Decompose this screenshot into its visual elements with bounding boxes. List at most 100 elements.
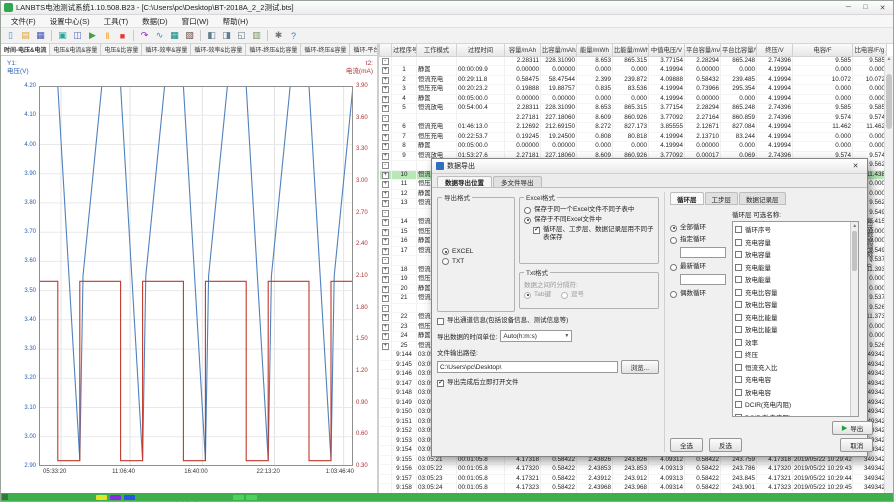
field-option-0[interactable]: 循环序号 [735,223,848,236]
layer-tab-0[interactable]: 循环层 [670,192,704,205]
row-expander[interactable]: - [382,115,389,122]
chart-tab-0[interactable]: 时间-电压&电流 [1,44,50,55]
open-file-icon[interactable]: ▤ [19,29,32,42]
minimize-button[interactable]: ─ [840,2,857,14]
table-row[interactable]: +2恒流充电00:29:11.80.5847558.475442.399239.… [380,75,887,85]
field-option-10[interactable]: 终压 [735,348,848,361]
menu-item-1[interactable]: 设置中心(S) [43,15,97,27]
field-checkbox[interactable] [735,351,742,358]
row-expander[interactable]: + [382,276,389,283]
column-header-6[interactable]: 比能量/mWh/g [613,44,649,56]
field-list-scrollbar[interactable]: ▲ [850,222,858,416]
row-expander[interactable]: + [382,324,389,331]
menu-item-5[interactable]: 帮助(H) [216,15,255,27]
pause-test-icon[interactable]: ‖ [101,29,114,42]
column-header-0[interactable]: 过程序号 [392,44,417,56]
row-expander[interactable]: + [382,229,389,236]
chart-view-icon[interactable]: ∿ [153,29,166,42]
table-row[interactable]: +8静置00:05:00.00.000000.000000.0000.0004.… [380,142,887,152]
field-option-8[interactable]: 放电比能量 [735,323,848,336]
data-table-icon[interactable]: ▦ [168,29,181,42]
table-row[interactable]: +6恒流充电01:46:13.02.12692212.691508.272827… [380,123,887,133]
layout-single-icon[interactable]: ◧ [205,29,218,42]
dialog-tab-0[interactable]: 数据导出位置 [437,176,492,187]
chart-tab-4[interactable]: 循环-效率&比容量 [191,44,246,55]
field-checkbox[interactable] [735,264,742,271]
menu-item-2[interactable]: 工具(T) [97,15,136,27]
column-header-9[interactable]: 平台比容量/W [721,44,757,56]
stop-test-icon[interactable]: ■ [116,29,129,42]
row-expander[interactable]: + [382,96,389,103]
layout-split-icon[interactable]: ◨ [220,29,233,42]
row-expander[interactable]: + [382,67,389,74]
field-option-13[interactable]: 放电电容 [735,386,848,399]
format-radio-1[interactable]: TXT [442,258,510,266]
channel-status-block[interactable] [124,495,135,500]
channel-status-block[interactable] [96,495,107,500]
field-option-2[interactable]: 放电容量 [735,248,848,261]
row-expander[interactable]: + [382,286,389,293]
row-expander[interactable]: + [382,77,389,84]
layer-tab-2[interactable]: 数据记录层 [739,192,786,205]
scrollbar-thumb[interactable] [852,231,857,271]
open-after-option[interactable]: 导出完成后立即打开文件 [437,379,659,387]
device-manager-icon[interactable]: ▣ [56,29,69,42]
invert-selection-button[interactable]: 反选 [709,438,742,452]
field-checkbox[interactable] [735,414,742,418]
cycle-scope-radio-2-input[interactable] [680,274,726,285]
field-option-7[interactable]: 充电比能量 [735,311,848,324]
table-row[interactable]: +4静置00:05:00.00.000000.000000.0000.0004.… [380,94,887,104]
channel-status-block[interactable] [233,495,244,500]
row-expander[interactable]: + [382,181,389,188]
settings-icon[interactable]: ✱ [272,29,285,42]
field-checkbox[interactable] [735,314,742,321]
table-row[interactable]: 9:15703:05:2300:01:05.84.173210.584222.4… [380,474,887,484]
cascade-windows-icon[interactable]: ▥ [250,29,263,42]
dialog-tab-1[interactable]: 多文件导出 [493,176,542,187]
row-expander[interactable]: - [382,162,389,169]
txt-radio-0[interactable]: Tab键 [524,291,551,299]
field-checkbox[interactable] [735,239,742,246]
row-expander[interactable]: + [382,124,389,131]
chart-tab-1[interactable]: 电压&电流&容量 [50,44,101,55]
subtable-checkbox[interactable] [533,227,540,234]
chart-tab-5[interactable]: 循环-终压&比容量 [246,44,301,55]
maximize-button[interactable]: □ [857,2,874,14]
row-expander[interactable]: + [382,191,389,198]
close-button[interactable]: ✕ [874,2,891,14]
column-header-11[interactable]: 电容/F [793,44,853,56]
table-row[interactable]: -2.28311228.310908.653865.3153.771542.28… [380,56,887,66]
field-checkbox[interactable] [735,251,742,258]
select-all-button[interactable]: 全选 [670,438,703,452]
row-expander[interactable]: - [382,257,389,264]
cycle-scope-radio-1[interactable]: 指定循环 [670,236,728,244]
column-header-3[interactable]: 容量/mAh [505,44,541,56]
field-checkbox[interactable] [735,401,742,408]
table-row[interactable]: 9:15803:05:2400:01:05.84.173230.584222.4… [380,484,887,494]
field-checkbox[interactable] [735,301,742,308]
row-expander[interactable]: + [382,343,389,350]
field-option-14[interactable]: DCIR(充电内阻) [735,398,848,411]
table-row[interactable]: +5恒流放电00:54:00.42.28311228.310908.653865… [380,104,887,114]
table-row[interactable]: +7恒压充电00:22:53.70.1924519.245000.80880.8… [380,132,887,142]
export-button[interactable]: ▶ 导出 [832,421,873,435]
table-row[interactable]: +3恒压充电00:20:23.20.1988819.887570.83583.5… [380,85,887,95]
table-row[interactable]: -2.27181227.180608.609860.9263.770922.27… [380,113,887,123]
row-expander[interactable]: + [382,134,389,141]
row-expander[interactable]: - [382,58,389,65]
field-checkbox[interactable] [735,364,742,371]
report-icon[interactable]: ▧ [183,29,196,42]
plot-canvas[interactable] [39,86,353,466]
layout-quad-icon[interactable]: ◱ [235,29,248,42]
column-header-10[interactable]: 终压/V [757,44,793,56]
channel-monitor-icon[interactable]: ◫ [71,29,84,42]
row-expander[interactable]: + [382,153,389,160]
menu-item-4[interactable]: 窗口(W) [175,15,216,27]
row-expander[interactable]: - [382,305,389,312]
row-expander[interactable]: + [382,172,389,179]
field-checkbox[interactable] [735,339,742,346]
chart-tab-3[interactable]: 循环-效率&容量 [142,44,191,55]
field-checkbox[interactable] [735,376,742,383]
row-expander[interactable]: + [382,86,389,93]
excel-radio-1[interactable]: 保存于不同Excel文件中 [524,216,654,224]
